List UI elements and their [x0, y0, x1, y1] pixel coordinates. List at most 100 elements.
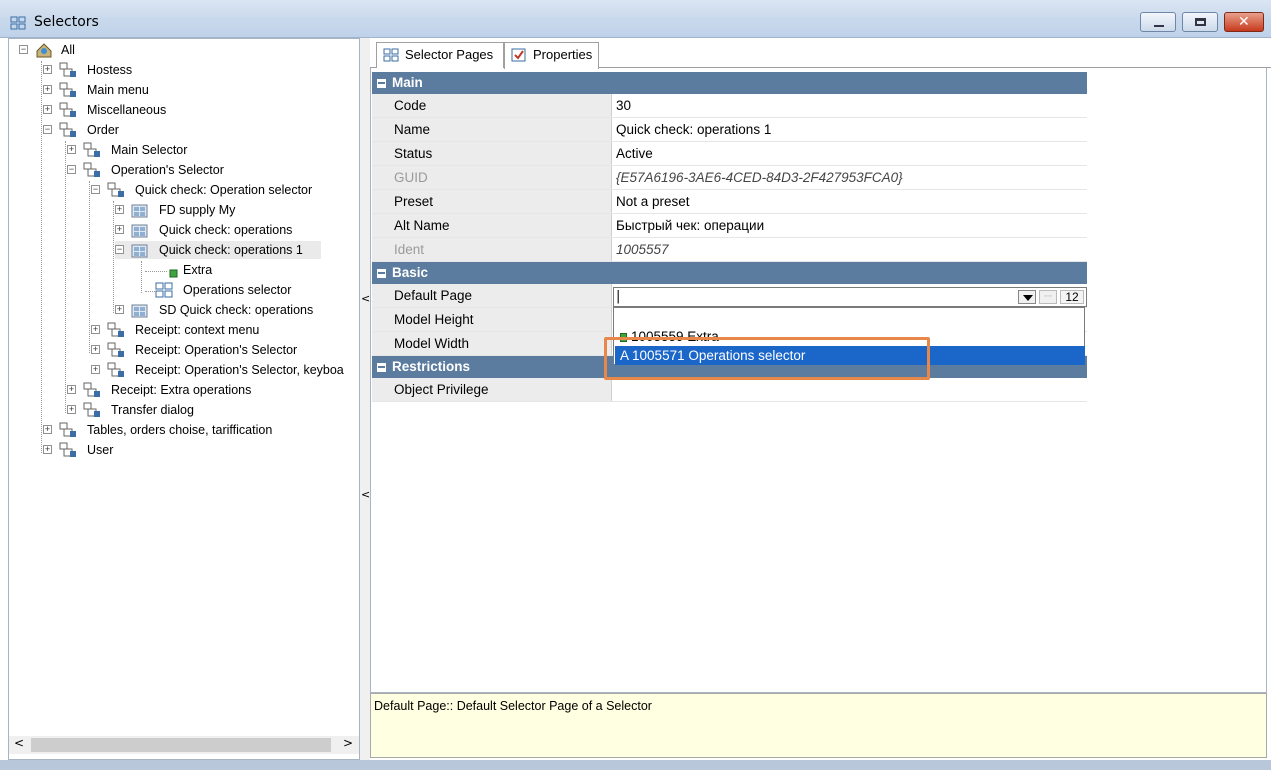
tree-node-selected[interactable]: − Quick check: operations 1	[115, 241, 321, 259]
property-value[interactable]: Quick check: operations 1	[613, 118, 1087, 141]
expand-icon[interactable]: +	[115, 225, 124, 234]
property-name: Status	[372, 142, 612, 165]
property-row-name[interactable]: Name Quick check: operations 1	[372, 118, 1087, 142]
property-row-alt-name[interactable]: Alt Name Быстрый чек: операции	[372, 214, 1087, 238]
expand-icon[interactable]: +	[43, 65, 52, 74]
expand-icon[interactable]: +	[43, 85, 52, 94]
collapse-left-icon[interactable]: <	[361, 488, 370, 501]
close-button[interactable]: ✕	[1224, 12, 1264, 32]
tree-node-label: Hostess	[87, 63, 133, 77]
tree-horizontal-scrollbar[interactable]: < >	[9, 736, 359, 754]
selector-group-icon	[83, 382, 100, 397]
tree-node-label: Operation's Selector	[111, 163, 224, 177]
tree-connector	[141, 261, 142, 293]
tree-node-label: Quick check: Operation selector	[135, 183, 313, 197]
tree-node-label: Miscellaneous	[87, 103, 167, 117]
category-basic[interactable]: Basic	[372, 262, 1087, 284]
tree-node[interactable]: + Receipt: Operation's Selector, keyboa	[91, 361, 359, 379]
tree-node-label: Order	[87, 123, 119, 137]
selector-group-icon	[59, 102, 76, 117]
tab-selector-pages[interactable]: Selector Pages	[376, 42, 504, 68]
collapse-icon[interactable]: −	[67, 165, 76, 174]
property-name: Name	[372, 118, 612, 141]
category-label: Main	[392, 75, 423, 90]
collapse-left-icon[interactable]: <	[361, 292, 370, 305]
collapse-icon[interactable]: −	[19, 45, 28, 54]
minimize-button[interactable]	[1140, 12, 1176, 32]
tree-node-label: Transfer dialog	[111, 403, 194, 417]
grid-page-icon	[10, 16, 26, 30]
collapse-icon[interactable]	[377, 269, 386, 278]
expand-icon[interactable]: +	[115, 305, 124, 314]
property-value[interactable]: Not a preset	[613, 190, 1087, 213]
tree-node-label: Receipt: Operation's Selector	[135, 343, 298, 357]
property-row-code[interactable]: Code 30	[372, 94, 1087, 118]
selector-folder-icon	[131, 224, 148, 238]
collapse-icon[interactable]	[377, 79, 386, 88]
tree-node-label: Main Selector	[111, 143, 188, 157]
property-value[interactable]: Быстрый чек: операции	[613, 214, 1087, 237]
dropdown-button[interactable]	[1018, 290, 1036, 304]
default-page-combo[interactable]: | ··· 12	[613, 287, 1087, 307]
panel-splitter[interactable]: < <	[360, 38, 370, 760]
property-value[interactable]	[613, 378, 1087, 401]
close-icon: ✕	[1238, 14, 1250, 30]
expand-icon[interactable]: +	[67, 385, 76, 394]
tree-connector	[145, 291, 155, 292]
property-row-guid[interactable]: GUID {E57A6196-3AE6-4CED-84D3-2F427953FC…	[372, 166, 1087, 190]
selector-group-icon	[59, 62, 76, 77]
selector-group-icon	[107, 182, 124, 197]
title-bar: Selectors ✕	[0, 0, 1271, 38]
selector-tree[interactable]: − All + Hostess + Main menu + Miscellane…	[8, 38, 360, 760]
property-row-preset[interactable]: Preset Not a preset	[372, 190, 1087, 214]
property-value[interactable]: Active	[613, 142, 1087, 165]
scrollbar-thumb[interactable]	[31, 738, 331, 752]
expand-icon[interactable]: +	[115, 205, 124, 214]
tree-node-label: Quick check: operations 1	[159, 243, 303, 257]
tree-node-label: Receipt: context menu	[135, 323, 260, 337]
property-row-object-privilege[interactable]: Object Privilege	[372, 378, 1087, 402]
tree-node-label: Operations selector	[183, 283, 292, 297]
item-count: 12	[1060, 290, 1084, 304]
ellipsis-button[interactable]: ···	[1039, 290, 1057, 304]
tree-connector	[113, 201, 114, 313]
tree-node-label: Receipt: Extra operations	[111, 383, 252, 397]
category-label: Basic	[392, 265, 429, 280]
property-row-ident[interactable]: Ident 1005557	[372, 238, 1087, 262]
grid-page-icon	[155, 282, 173, 298]
property-row-status[interactable]: Status Active	[372, 142, 1087, 166]
tree-node-label: FD supply My	[159, 203, 236, 217]
expand-icon[interactable]: +	[91, 365, 100, 374]
collapse-icon[interactable]: −	[115, 245, 124, 254]
expand-icon[interactable]: +	[91, 325, 100, 334]
collapse-icon[interactable]	[377, 363, 386, 372]
property-value[interactable]: 30	[613, 94, 1087, 117]
collapse-icon[interactable]: −	[91, 185, 100, 194]
combo-text-cursor[interactable]: |	[616, 288, 620, 306]
selector-group-icon	[83, 142, 100, 157]
expand-icon[interactable]: +	[43, 445, 52, 454]
selector-group-icon	[59, 122, 76, 137]
minimize-icon	[1154, 25, 1164, 27]
scroll-left-icon[interactable]: <	[14, 736, 24, 750]
help-text: Default Page:: Default Selector Page of …	[374, 699, 652, 713]
tree-node-label: Tables, orders choise, tariffication	[87, 423, 273, 437]
property-name: Object Privilege	[372, 378, 612, 401]
tab-label: Selector Pages	[405, 47, 494, 62]
expand-icon[interactable]: +	[43, 425, 52, 434]
expand-icon[interactable]: +	[67, 405, 76, 414]
collapse-icon[interactable]: −	[43, 125, 52, 134]
maximize-button[interactable]	[1182, 12, 1218, 32]
scroll-right-icon[interactable]: >	[343, 736, 353, 750]
expand-icon[interactable]: +	[43, 105, 52, 114]
tab-properties[interactable]: Properties	[504, 42, 599, 69]
category-main[interactable]: Main	[372, 72, 1087, 94]
property-name: Default Page	[372, 284, 612, 307]
expand-icon[interactable]: +	[91, 345, 100, 354]
property-name: Model Height	[372, 308, 612, 331]
tab-bar: Selector Pages Properties	[370, 38, 1271, 69]
expand-icon[interactable]: +	[67, 145, 76, 154]
tree-node-label: Extra	[183, 263, 213, 277]
category-label: Restrictions	[392, 359, 471, 374]
tree-node-label: Main menu	[87, 83, 149, 97]
